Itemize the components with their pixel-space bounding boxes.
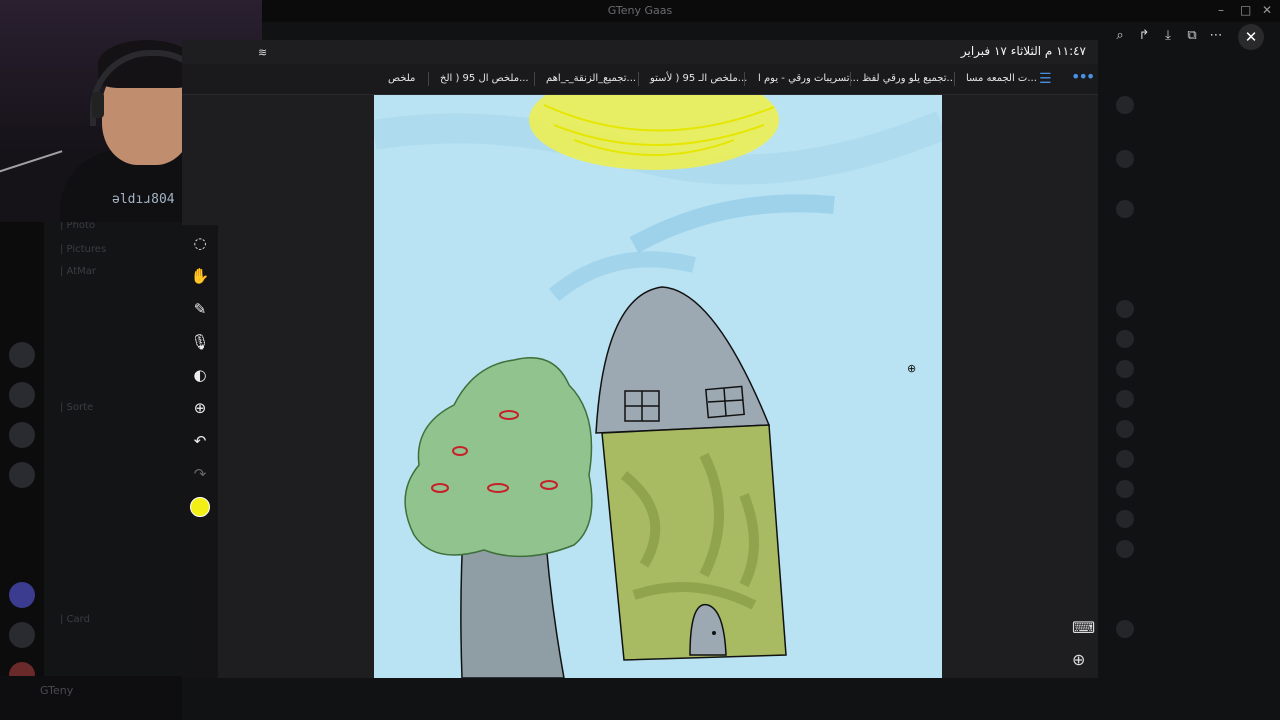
- hand-icon[interactable]: ✋: [182, 262, 218, 290]
- server-icon[interactable]: [9, 622, 35, 648]
- avatar: [1116, 540, 1134, 558]
- channel-item[interactable]: | AtMar: [60, 266, 96, 277]
- download-icon[interactable]: ⤓: [1156, 24, 1180, 48]
- server-icon[interactable]: [9, 582, 35, 608]
- server-icon[interactable]: [9, 342, 35, 368]
- drawing-canvas[interactable]: [374, 95, 942, 678]
- notes-tabbar: ملخص ملخص ال 95 ( الخ... تجميع_الزنقة_ـ_…: [182, 64, 1098, 95]
- forward-icon[interactable]: ↱: [1132, 24, 1156, 48]
- add-icon[interactable]: ⊕: [182, 394, 218, 422]
- note-tab[interactable]: ملخص: [388, 73, 415, 84]
- avatar: [1116, 300, 1134, 318]
- avatar: [1116, 480, 1134, 498]
- channel-item[interactable]: | Sorte: [60, 402, 93, 413]
- channel-item[interactable]: | Pictures: [60, 244, 106, 255]
- avatar: [1116, 330, 1134, 348]
- list-icon[interactable]: ☰: [1039, 71, 1052, 87]
- sticker-icon[interactable]: ◐: [182, 361, 218, 389]
- channel-item[interactable]: | Card: [60, 614, 90, 625]
- lasso-icon[interactable]: ◌: [182, 229, 218, 257]
- server-icon[interactable]: [9, 382, 35, 408]
- pen-color-swatch[interactable]: [190, 497, 210, 517]
- user-panel: [0, 676, 182, 720]
- avatar: [1116, 360, 1134, 378]
- note-tab[interactable]: تسريبات ورقي - يوم ا...: [758, 73, 859, 84]
- avatar: [1116, 420, 1134, 438]
- avatar: [1116, 150, 1134, 168]
- zoom-in-icon[interactable]: ⊕: [1072, 650, 1085, 669]
- avatar: [1116, 620, 1134, 638]
- note-tab[interactable]: تجميع_الزنقة_ـ_اهم...: [546, 73, 636, 84]
- note-tab[interactable]: تجميع يلو ورقي لفظ...: [862, 73, 956, 84]
- undo-icon[interactable]: ↶: [182, 427, 218, 455]
- zoom-icon[interactable]: ⌕: [1108, 24, 1132, 48]
- more-options-icon[interactable]: ⋯: [1204, 24, 1228, 48]
- microphone-icon[interactable]: 🎙: [182, 328, 218, 356]
- open-external-icon[interactable]: ⧉: [1180, 24, 1204, 48]
- note-tab[interactable]: ت الجمعه مسا...: [966, 73, 1037, 84]
- redo-icon[interactable]: ↷: [182, 460, 218, 488]
- avatar: [1116, 200, 1134, 218]
- close-icon[interactable]: ✕: [1238, 24, 1264, 50]
- maximize-icon[interactable]: □: [1240, 3, 1251, 17]
- hoodie-text: ǝldıɹ804: [112, 192, 175, 207]
- zoom-cursor-icon: ⊕: [907, 362, 917, 375]
- avatar: [1116, 390, 1134, 408]
- wifi-icon: ≋: [258, 46, 268, 59]
- note-tab[interactable]: ملخص الـ 95 ( لأستو...: [650, 73, 747, 84]
- image-viewer: ≋ ١١:٤٧ م الثلاثاء ١٧ فبراير ملخص ملخص ا…: [182, 40, 1098, 678]
- close-window-icon[interactable]: ✕: [1262, 3, 1272, 17]
- more-icon[interactable]: •••: [1071, 67, 1095, 86]
- note-tab[interactable]: ملخص ال 95 ( الخ...: [440, 73, 529, 84]
- drawing-toolbar: ◌ ✋ ✎ 🎙 ◐ ⊕ ↶ ↷: [182, 225, 218, 678]
- avatar: [1116, 510, 1134, 528]
- keyboard-icon[interactable]: ⌨: [1072, 618, 1095, 637]
- avatar: [1116, 450, 1134, 468]
- avatar: [1116, 96, 1134, 114]
- server-icon[interactable]: [9, 462, 35, 488]
- pen-icon[interactable]: ✎: [182, 295, 218, 323]
- viewer-header: ≋ ١١:٤٧ م الثلاثاء ١٧ فبراير: [182, 40, 1098, 64]
- drawing: [374, 95, 942, 678]
- status-datetime: ١١:٤٧ م الثلاثاء ١٧ فبراير: [960, 44, 1086, 58]
- server-icon[interactable]: [9, 422, 35, 448]
- user-name: GTeny: [40, 684, 74, 697]
- minimize-icon[interactable]: –: [1218, 3, 1224, 17]
